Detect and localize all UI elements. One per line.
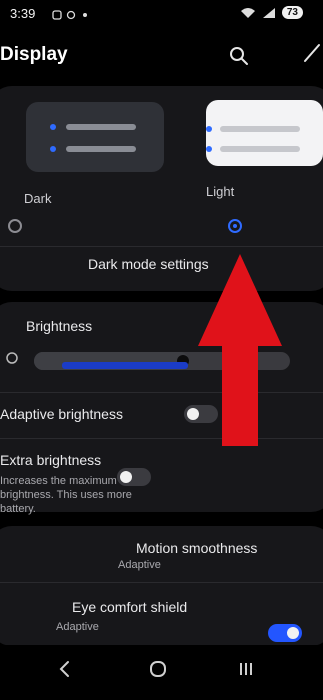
dark-theme-label: Dark (24, 191, 52, 206)
notification-dot-icon (80, 7, 90, 17)
light-theme-radio[interactable] (228, 219, 242, 233)
preview-dot (50, 146, 56, 152)
signal-icon (262, 7, 275, 18)
status-bar: 3:39 73 (0, 0, 323, 28)
light-theme-preview[interactable] (206, 100, 323, 166)
brightness-label: Brightness (26, 318, 93, 334)
motion-smoothness-value: Adaptive (118, 559, 161, 571)
search-icon[interactable] (228, 45, 250, 67)
wifi-icon (240, 7, 255, 18)
battery-badge: 73 (281, 6, 303, 19)
more-options-icon[interactable] (302, 41, 322, 67)
dark-theme-preview[interactable] (26, 102, 164, 172)
sun-low-icon (6, 352, 18, 364)
status-right: 73 (240, 6, 303, 19)
preview-dot (206, 146, 212, 152)
notification-icon (66, 7, 76, 20)
preview-dot (206, 126, 212, 132)
adaptive-brightness-label: Adaptive brightness (0, 406, 123, 422)
eye-comfort-label[interactable]: Eye comfort shield (72, 599, 187, 615)
divider (0, 246, 323, 247)
extra-brightness-toggle[interactable] (117, 468, 151, 486)
recents-icon[interactable] (234, 657, 258, 681)
divider (0, 582, 323, 583)
home-icon[interactable] (146, 657, 170, 681)
notification-icon (52, 7, 62, 20)
page-title: Display (0, 44, 68, 65)
back-icon[interactable] (54, 657, 78, 681)
preview-dot (50, 124, 56, 130)
navigation-bar (0, 645, 323, 700)
brightness-level-indicator (62, 362, 188, 369)
eye-comfort-value: Adaptive (56, 621, 99, 633)
extra-brightness-label: Extra brightness (0, 452, 102, 468)
eye-comfort-toggle[interactable] (268, 624, 302, 642)
status-time: 3:39 (10, 6, 36, 21)
dark-mode-settings-link[interactable]: Dark mode settings (88, 256, 209, 272)
motion-smoothness-label[interactable]: Motion smoothness (136, 540, 257, 556)
light-theme-label: Light (206, 184, 235, 199)
notification-icons (52, 7, 90, 20)
app-header: Display (0, 36, 323, 76)
dark-theme-radio[interactable] (8, 219, 22, 233)
red-arrow-annotation (198, 254, 282, 446)
